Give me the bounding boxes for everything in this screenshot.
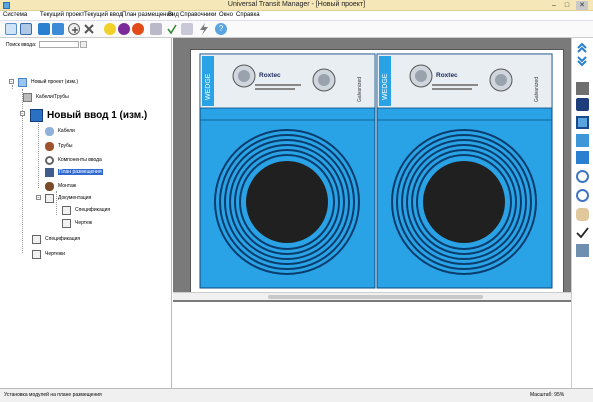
tree-specification[interactable]: Спецификация xyxy=(32,234,80,244)
empty-area xyxy=(173,302,571,388)
print-icon[interactable] xyxy=(576,244,589,257)
layout-plan-icon xyxy=(45,167,54,177)
add-icon[interactable] xyxy=(68,23,80,35)
menu-help[interactable]: Справка xyxy=(236,12,260,18)
title-bar: Universal Transit Manager - [Новый проек… xyxy=(0,0,593,11)
menu-references[interactable]: Справочники xyxy=(180,12,216,18)
blue-module-icon[interactable] xyxy=(576,134,589,147)
delete-icon[interactable] xyxy=(83,23,95,35)
tree-cables-pipes[interactable]: Кабели/Трубы xyxy=(23,92,69,102)
round-module-icon[interactable] xyxy=(576,98,589,111)
module-2-brand: Roxtec xyxy=(436,72,458,79)
search-label: Поиск ввода: xyxy=(6,42,37,48)
report-icon[interactable] xyxy=(150,23,162,35)
close-button[interactable]: ✕ xyxy=(576,1,588,10)
minimize-button[interactable]: – xyxy=(548,1,560,10)
new-project-icon[interactable] xyxy=(5,23,17,35)
checkmark-icon[interactable] xyxy=(576,226,589,239)
module-1[interactable]: WEDGE Roxtec Galvanized xyxy=(199,53,376,289)
specification-icon xyxy=(32,234,41,244)
cables-pipes-icon xyxy=(23,92,32,102)
drawing-sheet: WEDGE Roxtec Galvanized WEDGE Roxtec Gal… xyxy=(190,49,564,299)
montage-icon xyxy=(45,181,54,191)
lightning-icon[interactable] xyxy=(198,23,210,35)
expand-project-toggle[interactable]: − xyxy=(9,79,14,84)
entry-icon xyxy=(30,108,43,122)
collapse-up-icon[interactable] xyxy=(576,40,589,53)
specification-sub-icon xyxy=(62,205,71,215)
status-bar: Установка модулей на плане размещения Ма… xyxy=(0,388,593,402)
tree-drawing[interactable]: Чертеж xyxy=(62,218,92,228)
documentation-icon xyxy=(45,193,54,203)
expand-documentation-toggle[interactable]: − xyxy=(36,195,41,200)
tree-layout-plan[interactable]: План размещения xyxy=(45,167,103,177)
ex-icon[interactable] xyxy=(104,23,116,35)
maximize-button[interactable]: □ xyxy=(561,1,573,10)
drawing-icon xyxy=(62,218,71,228)
main-toolbar: ? xyxy=(0,21,593,38)
cables-icon xyxy=(45,126,54,136)
layout-canvas[interactable]: WEDGE Roxtec Galvanized WEDGE Roxtec Gal… xyxy=(173,38,571,302)
tree-montage[interactable]: Монтаж xyxy=(45,181,76,191)
tree-drawings[interactable]: Чертежи xyxy=(32,249,65,259)
module-1-galvanized: Galvanized xyxy=(357,77,363,102)
components-icon xyxy=(45,155,54,165)
menu-window[interactable]: Окно xyxy=(219,12,233,18)
collapse-down-icon[interactable] xyxy=(576,55,589,68)
new-entry-icon[interactable] xyxy=(38,23,50,35)
gray-module-icon[interactable] xyxy=(576,82,589,95)
menu-layout-plan[interactable]: План размещения xyxy=(122,12,173,18)
pipes-icon xyxy=(45,141,54,151)
tree-documentation[interactable]: Документация xyxy=(45,193,91,203)
horizontal-scrollbar[interactable] xyxy=(173,292,571,300)
square-module-icon[interactable] xyxy=(576,116,589,129)
tree-components[interactable]: Компоненты ввода xyxy=(45,155,102,165)
module-2-galvanized: Galvanized xyxy=(534,77,540,102)
search-button[interactable] xyxy=(80,41,87,48)
status-text: Установка модулей на плане размещения xyxy=(4,392,102,398)
menu-system[interactable]: Система xyxy=(3,12,27,18)
module-1-brand: Roxtec xyxy=(259,72,281,79)
tree-cables[interactable]: Кабели xyxy=(45,126,75,136)
tree-project[interactable]: Новый проект (изм.) xyxy=(18,77,78,87)
module-1-side-label: WEDGE xyxy=(205,73,212,100)
fire-icon[interactable] xyxy=(132,23,144,35)
module-2[interactable]: WEDGE Roxtec Galvanized xyxy=(376,53,553,289)
zoom-out-icon[interactable] xyxy=(576,189,589,202)
scrollbar-thumb[interactable] xyxy=(268,295,483,299)
hand-icon[interactable] xyxy=(576,208,589,221)
project-tree-panel: Поиск ввода: − Новый проект (изм.) Кабел… xyxy=(0,38,172,388)
menu-current-entry[interactable]: Текущий ввод xyxy=(84,12,123,18)
save-icon[interactable] xyxy=(20,23,32,35)
menu-current-project[interactable]: Текущий проект xyxy=(40,12,84,18)
module-drawing: WEDGE Roxtec Galvanized WEDGE Roxtec Gal… xyxy=(199,53,553,289)
search-input[interactable] xyxy=(39,41,79,48)
calc-icon[interactable] xyxy=(181,23,193,35)
help-icon[interactable]: ? xyxy=(215,23,227,35)
right-toolbar xyxy=(571,38,593,388)
menu-bar: Система Текущий проект Текущий ввод План… xyxy=(0,11,593,21)
project-icon xyxy=(18,77,27,87)
module-fill-icon[interactable] xyxy=(576,151,589,164)
zoom-in-icon[interactable] xyxy=(576,170,589,183)
a60-icon[interactable] xyxy=(118,23,130,35)
check-icon[interactable] xyxy=(166,23,178,35)
add-cable-icon[interactable] xyxy=(52,23,64,35)
tree-pipes[interactable]: Трубы xyxy=(45,141,73,151)
zoom-level: Масштаб: 95% xyxy=(530,392,565,398)
drawings-icon xyxy=(32,249,41,259)
tree-entry[interactable]: Новый ввод 1 (изм.) xyxy=(30,108,147,122)
window-title: Universal Transit Manager - [Новый проек… xyxy=(227,1,366,8)
module-2-side-label: WEDGE xyxy=(382,73,389,100)
expand-entry-toggle[interactable]: − xyxy=(20,111,25,116)
tree-specification-sub[interactable]: Спецификация xyxy=(62,205,110,215)
menu-view[interactable]: Вид xyxy=(168,12,179,18)
